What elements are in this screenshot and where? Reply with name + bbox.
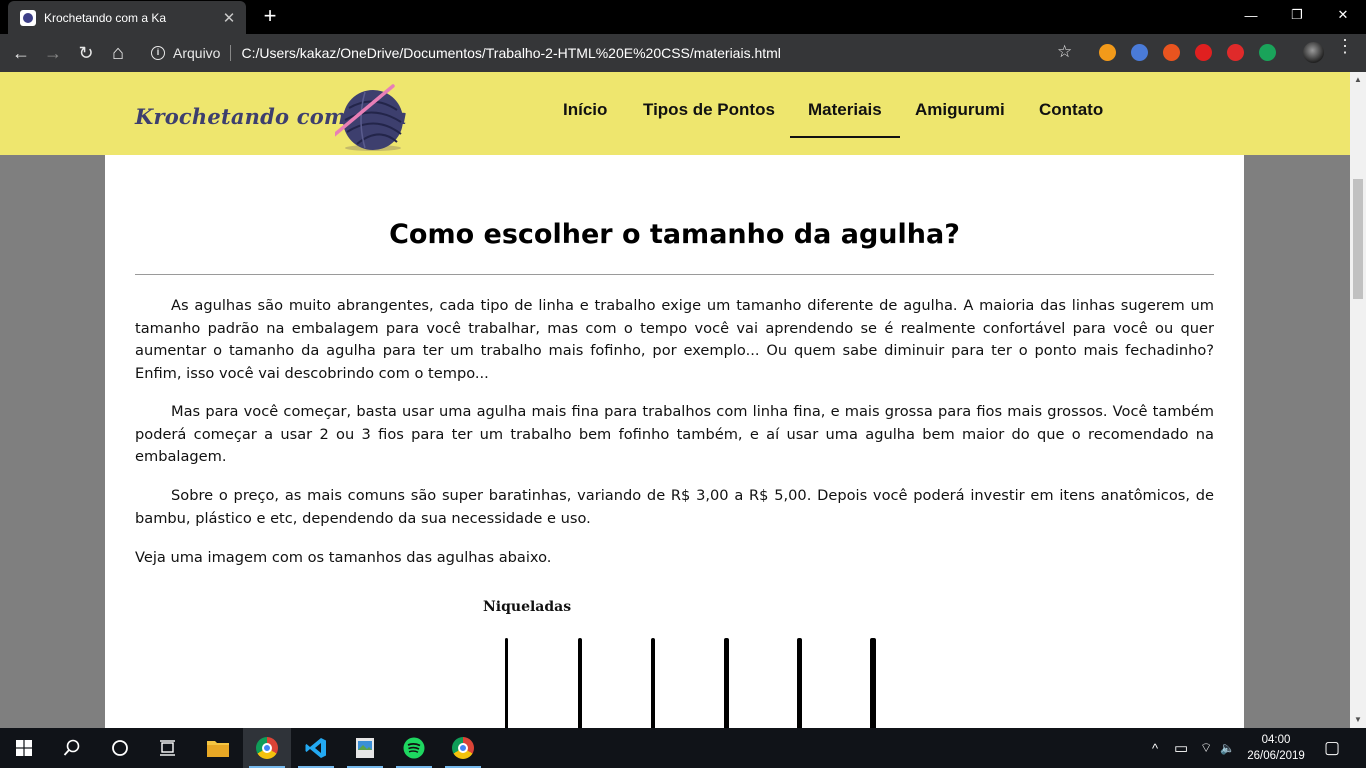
scroll-up-arrow-icon[interactable]: ▲ — [1350, 72, 1366, 88]
notifications-icon[interactable]: ▢ — [1324, 728, 1340, 768]
needle-1 — [505, 638, 508, 728]
profile-avatar[interactable] — [1303, 42, 1324, 63]
title-divider — [135, 274, 1214, 275]
scroll-down-arrow-icon[interactable]: ▼ — [1350, 712, 1366, 728]
scroll-thumb[interactable] — [1353, 179, 1363, 299]
photos-icon[interactable] — [341, 728, 389, 768]
battery-icon[interactable]: ▭ — [1174, 728, 1188, 768]
needle-2 — [578, 638, 582, 728]
forward-button[interactable]: → — [41, 41, 65, 65]
browser-menu-icon[interactable]: ⋮ — [1336, 37, 1354, 55]
task-view-icon[interactable] — [144, 728, 192, 768]
reload-button[interactable]: ↻ — [74, 41, 98, 65]
file-explorer-icon[interactable] — [194, 728, 242, 768]
paragraph-1: As agulhas são muito abrangentes, cada t… — [135, 297, 1214, 382]
spotify-icon[interactable] — [390, 728, 438, 768]
map-pin-extension-icon[interactable] — [1259, 44, 1276, 61]
nav-link-4[interactable]: Contato — [1039, 94, 1103, 138]
url-text[interactable]: C:/Users/kakaz/OneDrive/Documentos/Traba… — [241, 45, 780, 61]
system-clock[interactable]: 04:00 26/06/2019 — [1240, 732, 1312, 764]
translate-extension-icon[interactable] — [1131, 44, 1148, 61]
page-scrollbar[interactable]: ▲ ▼ — [1350, 72, 1366, 728]
windows-logo-icon — [16, 740, 32, 756]
browser-toolbar: ← → ↻ ⌂ i Arquivo C:/Users/kakaz/OneDriv… — [0, 34, 1366, 72]
needle-sizes-image: Niqueladas — [475, 595, 895, 728]
maximize-button[interactable]: ❐ — [1274, 0, 1320, 30]
bookmark-star-icon[interactable]: ☆ — [1057, 42, 1072, 62]
needle-6 — [870, 638, 876, 728]
page-viewport: Krochetando com a Ka Início Tipos de Pont… — [0, 72, 1350, 728]
youtube-extension-icon[interactable] — [1227, 44, 1244, 61]
site-logo[interactable]: Krochetando com a Ka — [135, 82, 410, 152]
browser-tab-strip: Krochetando com a Ka ✕ + — ❐ ✕ — [0, 0, 1366, 34]
needle-4 — [724, 638, 729, 728]
page-title: Como escolher o tamanho da agulha? — [389, 219, 960, 250]
tray-chevron-icon[interactable]: ^ — [1152, 728, 1158, 768]
chrome-taskbar-icon[interactable] — [243, 728, 291, 768]
clock-time: 04:00 — [1261, 734, 1291, 746]
minimize-button[interactable]: — — [1228, 0, 1274, 30]
tab-close-icon[interactable]: ✕ — [218, 9, 240, 27]
needle-5 — [797, 638, 802, 728]
paragraph-3: Sobre o preço, as mais comuns são super … — [135, 487, 1214, 527]
clock-date: 26/06/2019 — [1247, 750, 1305, 762]
site-header: Krochetando com a Ka Início Tipos de Pont… — [0, 72, 1350, 155]
image-label: Niqueladas — [483, 599, 572, 615]
home-button[interactable]: ⌂ — [106, 41, 130, 65]
close-window-button[interactable]: ✕ — [1320, 0, 1366, 30]
security-label: Arquivo — [173, 45, 221, 61]
paragraph-2: Mas para você começar, basta usar uma ag… — [135, 403, 1214, 465]
site-favicon-icon — [20, 9, 36, 26]
start-button[interactable] — [0, 728, 48, 768]
tab-title: Krochetando com a Ka — [44, 10, 167, 25]
wifi-icon[interactable]: ⌔ — [1200, 728, 1212, 768]
search-icon[interactable] — [48, 728, 96, 768]
nav-link-0[interactable]: Início — [563, 94, 607, 138]
browser-tab[interactable]: Krochetando com a Ka ✕ — [8, 1, 246, 34]
info-icon[interactable]: i — [151, 46, 165, 60]
nav-link-3[interactable]: Amigurumi — [915, 94, 1005, 138]
new-tab-button[interactable]: + — [258, 4, 282, 28]
fire-extension-icon[interactable] — [1163, 44, 1180, 61]
address-bar[interactable]: i Arquivo C:/Users/kakaz/OneDrive/Docume… — [142, 38, 1072, 68]
volume-icon[interactable]: 🔈 — [1220, 728, 1235, 768]
play-extension-icon[interactable] — [1099, 44, 1116, 61]
omnibox-separator — [230, 45, 232, 61]
main-content: Como escolher o tamanho da agulha? As ag… — [105, 155, 1244, 728]
paragraph-4: Veja uma imagem com os tamanhos das agul… — [135, 549, 552, 566]
needle-3 — [651, 638, 655, 728]
yarn-ball-icon — [335, 84, 403, 151]
chrome-taskbar-icon-2[interactable] — [439, 728, 487, 768]
back-button[interactable]: ← — [9, 41, 33, 65]
windows-taskbar: ^ ▭ ⌔ 🔈 04:00 26/06/2019 ▢ — [0, 728, 1366, 768]
adblock-extension-icon[interactable] — [1195, 44, 1212, 61]
vscode-icon[interactable] — [292, 728, 340, 768]
nav-link-2[interactable]: Materiais — [790, 94, 900, 138]
cortana-icon[interactable] — [96, 728, 144, 768]
nav-link-1[interactable]: Tipos de Pontos — [643, 94, 775, 138]
